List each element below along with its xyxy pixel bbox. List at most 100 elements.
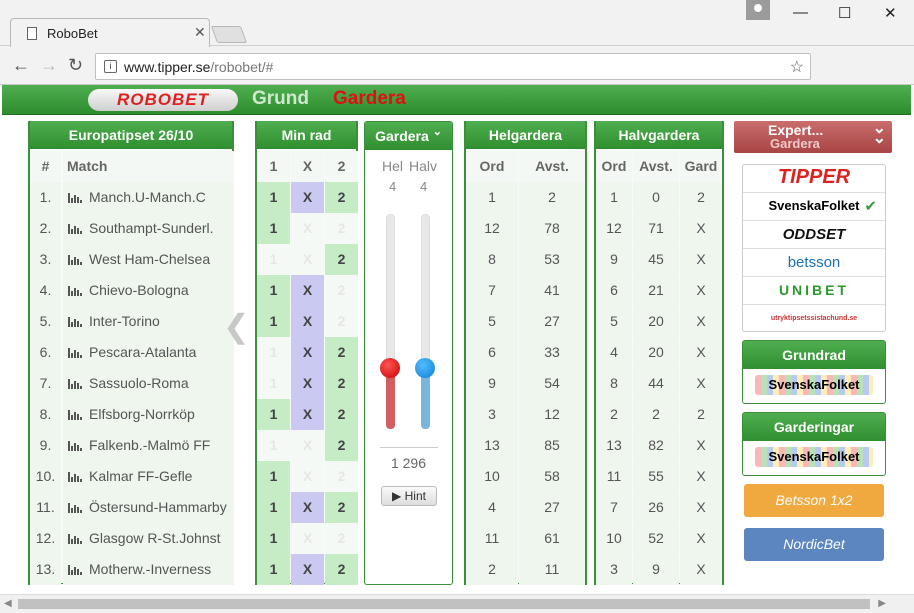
pick-x[interactable]: X — [291, 554, 324, 585]
pick-2[interactable]: 2 — [325, 182, 358, 213]
pick-x[interactable]: X — [291, 182, 324, 213]
pick-x[interactable]: X — [291, 306, 324, 337]
hel-slider-handle[interactable] — [380, 358, 400, 379]
bookmark-star-icon[interactable]: ☆ — [790, 57, 804, 77]
match-cell[interactable]: Sassuolo-Roma — [63, 368, 234, 399]
pick-1[interactable]: 1 — [257, 182, 290, 213]
match-cell[interactable]: Manch.U-Manch.C — [63, 182, 234, 213]
pick-1[interactable]: 1 — [257, 368, 290, 399]
match-cell[interactable]: Inter-Torino — [63, 306, 234, 337]
reload-icon[interactable]: ↻ — [68, 55, 83, 76]
brand-betsson-link[interactable]: betsson — [743, 249, 885, 277]
stats-bar-icon[interactable] — [68, 348, 82, 358]
info-icon[interactable]: i — [104, 60, 117, 73]
nordicbet-button[interactable]: NordicBet — [744, 528, 884, 561]
scroll-right-icon[interactable]: ▶ — [878, 598, 886, 609]
pick-x[interactable]: X — [291, 213, 324, 244]
pick-2[interactable]: 2 — [325, 430, 358, 461]
match-cell[interactable]: Southampt-Sunderl. — [63, 213, 234, 244]
url-text[interactable]: www.tipper.se/robobet/# — [124, 59, 273, 75]
pick-1[interactable]: 1 — [257, 337, 290, 368]
pick-x[interactable]: X — [291, 492, 324, 523]
close-window-icon[interactable]: ✕ — [884, 4, 897, 22]
pick-1[interactable]: 1 — [257, 306, 290, 337]
nav-grund[interactable]: Grund — [252, 88, 309, 110]
stats-bar-icon[interactable] — [68, 503, 82, 513]
pick-2[interactable]: 2 — [325, 554, 358, 585]
brand-utryktipsetssistachundse-link[interactable]: utryktipsetssistachund.se — [743, 305, 885, 333]
maximize-icon[interactable]: ☐ — [838, 4, 851, 22]
brand-oddset-link[interactable]: ODDSET — [743, 221, 885, 249]
match-cell[interactable]: Kalmar FF-Gefle — [63, 461, 234, 492]
match-cell[interactable]: Pescara-Atalanta — [63, 337, 234, 368]
stats-bar-icon[interactable] — [68, 565, 82, 575]
pick-x[interactable]: X — [291, 430, 324, 461]
stats-bar-icon[interactable] — [68, 286, 82, 296]
pick-1[interactable]: 1 — [257, 399, 290, 430]
brand-tipper-link[interactable]: TIPPER — [743, 165, 885, 193]
match-cell[interactable]: Östersund-Hammarby — [63, 492, 234, 523]
scrollbar-thumb[interactable] — [18, 599, 870, 609]
back-arrow-icon[interactable]: ← — [12, 55, 30, 76]
pick-2[interactable]: 2 — [325, 368, 358, 399]
pick-2[interactable]: 2 — [325, 523, 358, 554]
brand-svenskafolket-link[interactable]: SvenskaFolket ✔ — [743, 193, 885, 221]
pick-2[interactable]: 2 — [325, 275, 358, 306]
close-tab-icon[interactable]: ✕ — [194, 24, 206, 41]
match-cell[interactable]: Glasgow R-St.Johnst — [63, 523, 234, 554]
stats-bar-icon[interactable] — [68, 255, 82, 265]
pick-2[interactable]: 2 — [325, 306, 358, 337]
pick-x[interactable]: X — [291, 275, 324, 306]
pick-x[interactable]: X — [291, 368, 324, 399]
brand-unibet-link[interactable]: UNIBET — [743, 277, 885, 305]
horizontal-scrollbar[interactable]: ◀ ▶ — [0, 594, 914, 613]
prev-arrow-icon[interactable]: ❮ — [223, 307, 250, 345]
grundrad-svenskafolket-logo[interactable]: SvenskaFolket — [743, 369, 885, 401]
pick-x[interactable]: X — [291, 461, 324, 492]
halv-slider[interactable] — [421, 214, 430, 429]
pick-1[interactable]: 1 — [257, 275, 290, 306]
pick-1[interactable]: 1 — [257, 523, 290, 554]
address-bar[interactable]: i www.tipper.se/robobet/# ☆ — [95, 53, 811, 80]
pick-1[interactable]: 1 — [257, 213, 290, 244]
stats-bar-icon[interactable] — [68, 379, 82, 389]
robobet-logo[interactable]: ROBOBET — [88, 89, 238, 111]
pick-2[interactable]: 2 — [325, 244, 358, 275]
user-profile-icon[interactable] — [746, 0, 770, 20]
pick-x[interactable]: X — [291, 244, 324, 275]
stats-bar-icon[interactable] — [68, 472, 82, 482]
pick-2[interactable]: 2 — [325, 337, 358, 368]
match-cell[interactable]: Chievo-Bologna — [63, 275, 234, 306]
hint-button[interactable]: ▶ Hint — [381, 486, 437, 506]
pick-x[interactable]: X — [291, 337, 324, 368]
nav-gardera[interactable]: Gardera — [333, 88, 406, 110]
new-tab-button[interactable] — [210, 26, 248, 43]
minimize-icon[interactable]: — — [793, 4, 808, 21]
pick-1[interactable]: 1 — [257, 492, 290, 523]
pick-2[interactable]: 2 — [325, 213, 358, 244]
stats-bar-icon[interactable] — [68, 224, 82, 234]
forward-arrow-icon[interactable]: → — [40, 55, 58, 76]
stats-bar-icon[interactable] — [68, 534, 82, 544]
stats-bar-icon[interactable] — [68, 441, 82, 451]
pick-2[interactable]: 2 — [325, 461, 358, 492]
pick-x[interactable]: X — [291, 399, 324, 430]
match-cell[interactable]: Elfsborg-Norrköp — [63, 399, 234, 430]
stats-bar-icon[interactable] — [68, 410, 82, 420]
pick-1[interactable]: 1 — [257, 244, 290, 275]
match-cell[interactable]: Falkenb.-Malmö FF — [63, 430, 234, 461]
halv-slider-handle[interactable] — [415, 358, 435, 379]
stats-bar-icon[interactable] — [68, 317, 82, 327]
pick-x[interactable]: X — [291, 523, 324, 554]
scroll-left-icon[interactable]: ◀ — [4, 598, 12, 609]
stats-bar-icon[interactable] — [68, 193, 82, 203]
match-cell[interactable]: West Ham-Chelsea — [63, 244, 234, 275]
garderingar-svenskafolket-logo[interactable]: SvenskaFolket — [743, 441, 885, 473]
hel-slider[interactable] — [386, 214, 395, 429]
pick-2[interactable]: 2 — [325, 492, 358, 523]
expert-gardera-button[interactable]: Expert... Gardera ⌄ ⌄ — [734, 121, 892, 153]
pick-1[interactable]: 1 — [257, 430, 290, 461]
match-cell[interactable]: Motherw.-Inverness — [63, 554, 234, 585]
pick-1[interactable]: 1 — [257, 554, 290, 585]
gardera-title[interactable]: Gardera ⌄ — [365, 122, 452, 150]
